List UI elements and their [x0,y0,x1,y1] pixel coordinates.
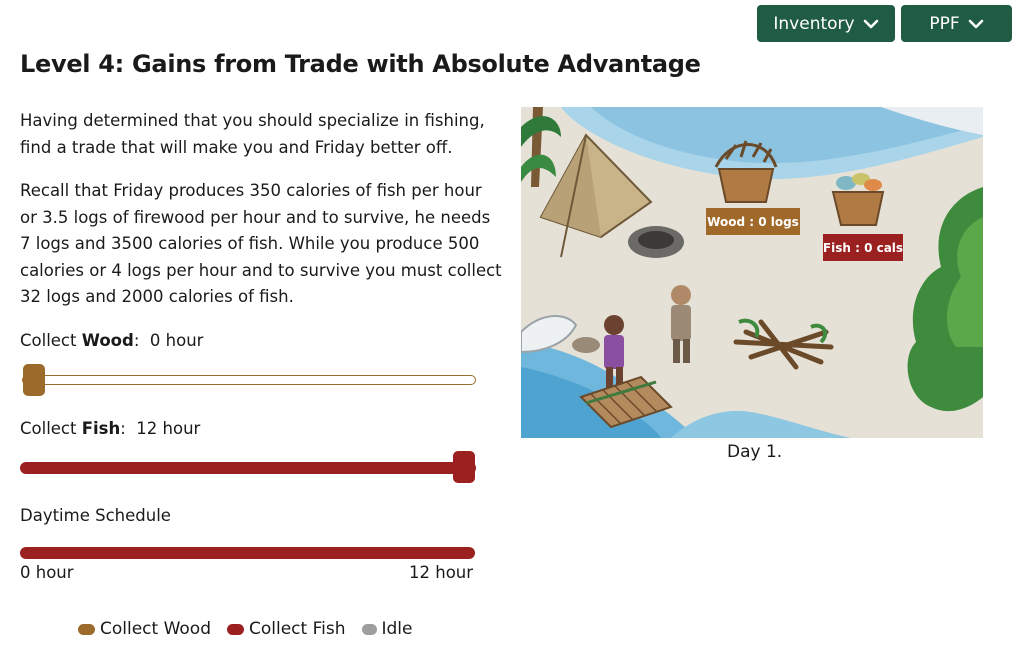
legend-swatch-idle [361,623,377,635]
legend-label-fish: Collect Fish [249,619,346,639]
recall-line: or 3.5 logs of firewood per hour and to … [20,207,491,227]
fish-slider-handle[interactable] [453,451,475,483]
fish-label-value: : 12 hour [120,419,201,438]
legend-item-idle: Idle [361,619,413,639]
recall-line: 32 logs and 2000 calories of fish. [20,287,294,306]
chevron-down-icon [863,19,878,28]
island-scene-illustration: Wood : 0 logs Fish : 0 cals [521,107,983,438]
recall-line: 7 logs and 3500 calories of fish. While … [20,234,480,253]
wood-label-value: : 0 hour [133,331,204,350]
legend-label-wood: Collect Wood [100,619,211,639]
fish-label-prefix: Collect [20,419,82,438]
intro-line: Having determined that you should specia… [20,111,485,130]
wood-slider-label: Collect Wood: 0 hour [20,331,203,350]
schedule-legend: Collect Wood Collect Fish Idle [78,619,429,639]
fish-count-tag: Fish : 0 cals [823,241,903,255]
ppf-dropdown-button[interactable]: PPF [901,5,1012,42]
wood-count-tag: Wood : 0 logs [707,215,799,229]
schedule-start-label: 0 hour [20,563,74,582]
schedule-bar [20,547,475,559]
legend-item-wood: Collect Wood [78,619,211,639]
wood-slider-handle[interactable] [23,364,45,396]
legend-label-idle: Idle [381,619,413,639]
chevron-down-icon [968,19,983,28]
recall-paragraph: Recall that Friday produces 350 calories… [20,178,510,311]
fish-slider-label: Collect Fish: 12 hour [20,419,200,438]
legend-item-fish: Collect Fish [227,619,346,639]
day-label: Day 1. [727,442,783,462]
schedule-end-label: 12 hour [409,563,474,582]
wood-label-prefix: Collect [20,331,82,350]
schedule-label: Daytime Schedule [20,506,171,525]
legend-swatch-fish [227,623,244,635]
wood-label-bold: Wood [81,331,134,350]
fish-label-bold: Fish [81,419,121,438]
inventory-button-label: Inventory [773,13,855,34]
wood-slider-track[interactable] [22,375,476,385]
fish-slider-track[interactable] [20,462,476,474]
intro-paragraph: Having determined that you should specia… [20,108,510,161]
inventory-dropdown-button[interactable]: Inventory [757,5,895,42]
fish-basket-icon [831,173,885,226]
recall-line: Recall that Friday produces 350 calories… [20,181,482,200]
recall-line: calories or 4 logs per hour and to survi… [20,260,502,280]
intro-line: find a trade that will make you and Frid… [20,137,453,157]
ppf-button-label: PPF [929,13,960,34]
page-title: Level 4: Gains from Trade with Absolute … [20,50,701,78]
legend-swatch-wood [78,623,95,635]
